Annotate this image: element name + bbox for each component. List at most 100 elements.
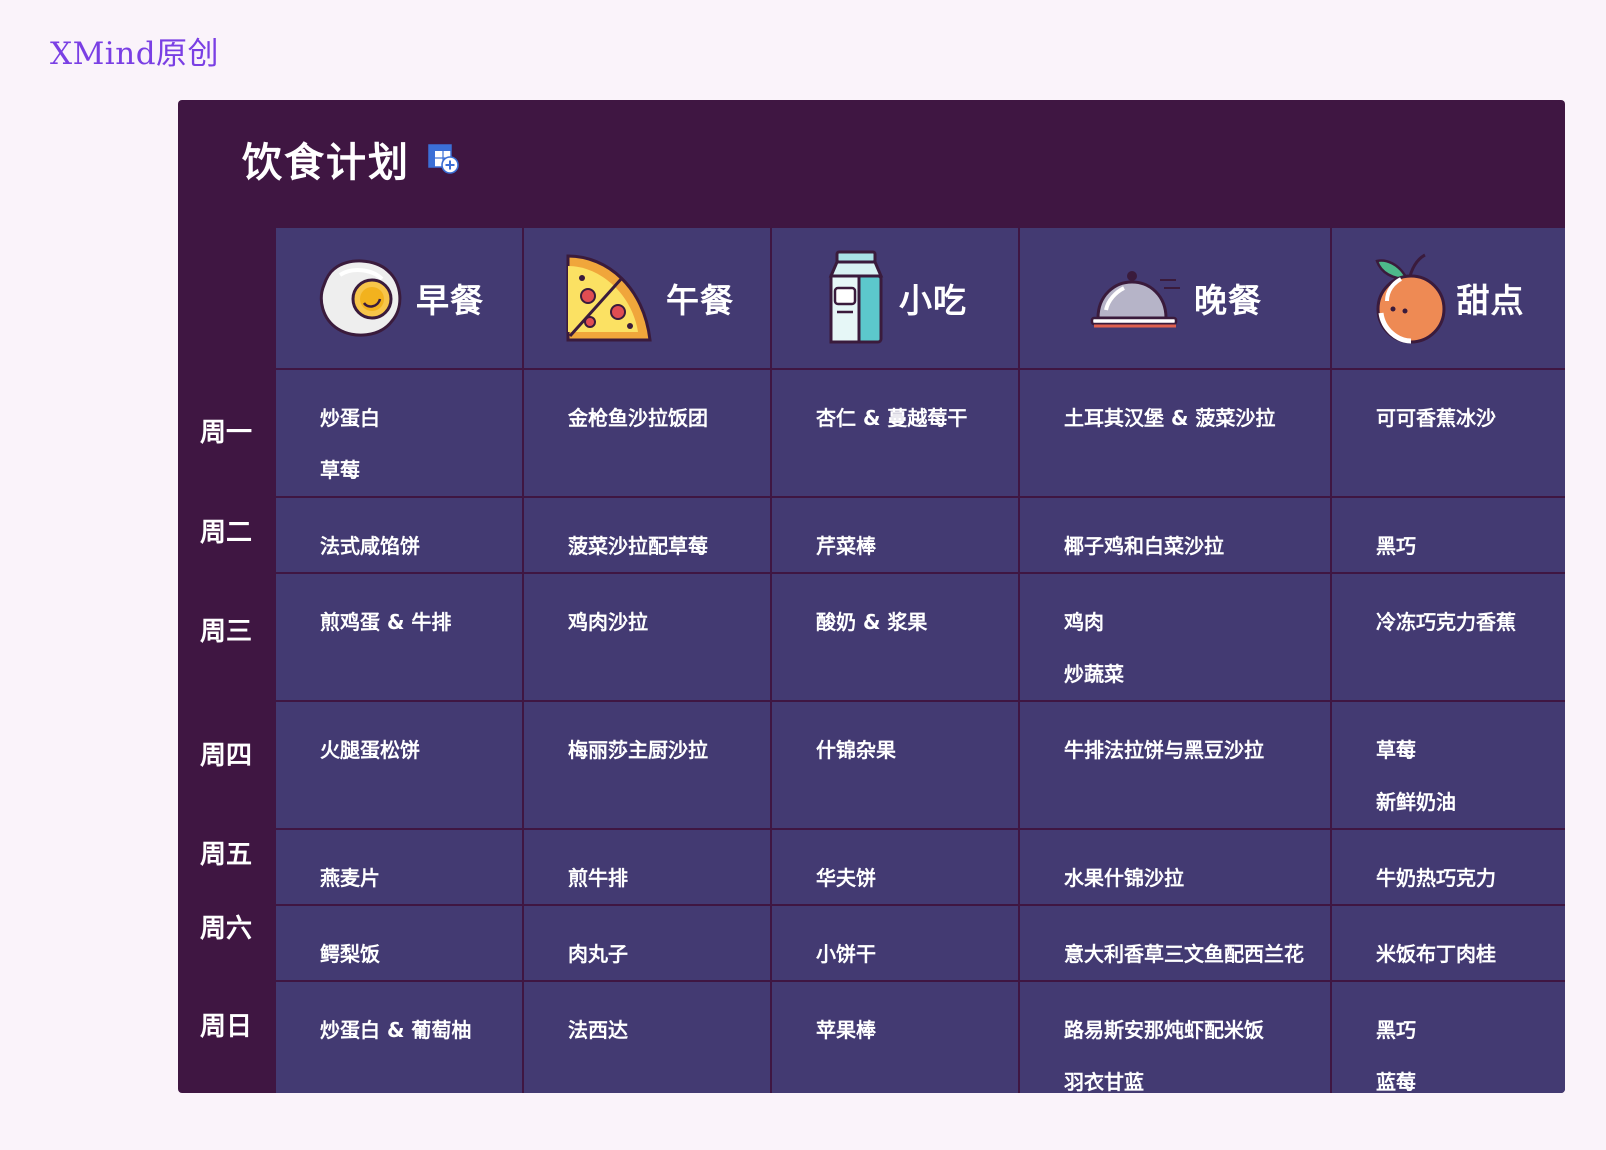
pizza-slice-icon [566,254,652,342]
row-header-day: 周二 [199,517,252,548]
meal-cell-dinner[interactable]: 路易斯安那炖虾配米饭 羽衣甘蓝 [1018,980,1332,1093]
meal-cell-content: 黑巧 蓝莓 [1332,982,1565,1093]
meal-cell-snack[interactable]: 杏仁 & 蔓越莓干 [770,368,1020,498]
meal-cell-snack[interactable]: 苹果棒 [770,980,1020,1093]
meal-item: 土耳其汉堡 & 菠菜沙拉 [1064,406,1276,430]
meal-item: 杏仁 & 蔓越莓干 [816,406,968,430]
meal-cell-content: 可可香蕉冰沙 [1332,370,1565,444]
meal-cell-lunch[interactable]: 鸡肉沙拉 [522,572,772,702]
add-table-icon[interactable] [428,143,460,175]
meal-cell-content: 牛奶热巧克力 [1332,830,1565,904]
column-header-dessert[interactable]: 甜点 [1330,226,1565,370]
diet-plan-board: 饮食计划 周一 周二 周三 周四 周五 周六 周日 早餐 午餐 小吃 晚餐 甜点… [178,100,1565,1093]
meal-item: 羽衣甘蓝 [1064,1070,1144,1093]
orange-fruit-icon [1374,253,1445,344]
meal-item: 草莓 [1376,738,1416,762]
meal-cell-content: 菠菜沙拉配草莓 [524,498,770,572]
meal-cell-lunch[interactable]: 菠菜沙拉配草莓 [522,496,772,574]
column-label-dessert: 甜点 [1456,281,1525,320]
meal-item: 炒蔬菜 [1064,662,1124,686]
meal-cell-dessert[interactable]: 草莓 新鲜奶油 [1330,700,1565,830]
meal-item: 华夫饼 [816,866,876,890]
column-label-breakfast: 早餐 [416,281,484,320]
meal-item: 鸡肉沙拉 [568,610,648,634]
meal-item: 酸奶 & 浆果 [816,610,928,634]
meal-cell-dessert[interactable]: 冷冻巧克力香蕉 [1330,572,1565,702]
row-header-day: 周六 [199,913,252,944]
meal-cell-content: 什锦杂果 [772,702,1018,776]
meal-cell-dinner[interactable]: 牛排法拉饼与黑豆沙拉 [1018,700,1332,830]
column-label-snack: 小吃 [899,281,967,320]
meal-item: 金枪鱼沙拉饭团 [568,406,708,430]
meal-cell-breakfast[interactable]: 鳄梨饭 [274,904,524,982]
column-header-dinner[interactable]: 晚餐 [1018,226,1332,370]
meal-cell-content: 路易斯安那炖虾配米饭 羽衣甘蓝 [1020,982,1330,1093]
meal-cell-dinner[interactable]: 椰子鸡和白菜沙拉 [1018,496,1332,574]
meal-item: 黑巧 [1376,534,1416,558]
meal-cell-breakfast[interactable]: 燕麦片 [274,828,524,906]
meal-cell-snack[interactable]: 酸奶 & 浆果 [770,572,1020,702]
meal-cell-breakfast[interactable]: 火腿蛋松饼 [274,700,524,830]
meal-cell-content: 杏仁 & 蔓越莓干 [772,370,1018,444]
meal-item: 梅丽莎主厨沙拉 [568,738,708,762]
meal-cell-content: 苹果棒 [772,982,1018,1056]
meal-item: 路易斯安那炖虾配米饭 [1064,1018,1264,1042]
row-header-day: 周三 [199,616,252,647]
meal-cell-lunch[interactable]: 法西达 [522,980,772,1093]
meal-item: 牛奶热巧克力 [1376,866,1496,890]
row-header-day: 周四 [199,740,252,771]
meal-cell-dinner[interactable]: 土耳其汉堡 & 菠菜沙拉 [1018,368,1332,498]
title-bar: 饮食计划 [242,130,460,188]
meal-cell-dessert[interactable]: 黑巧 [1330,496,1565,574]
meal-cell-lunch[interactable]: 金枪鱼沙拉饭团 [522,368,772,498]
meal-item: 鳄梨饭 [320,942,380,966]
meal-cell-content: 金枪鱼沙拉饭团 [524,370,770,444]
meal-cell-breakfast[interactable]: 炒蛋白 草莓 [274,368,524,498]
meal-cell-content: 鳄梨饭 [276,906,522,980]
meal-item: 牛排法拉饼与黑豆沙拉 [1064,738,1264,762]
meal-item: 意大利香草三文鱼配西兰花 [1064,942,1304,966]
meal-cell-dinner[interactable]: 水果什锦沙拉 [1018,828,1332,906]
meal-item: 肉丸子 [568,942,628,966]
meal-cell-content: 炒蛋白 & 葡萄柚 [276,982,522,1056]
meal-cell-lunch[interactable]: 肉丸子 [522,904,772,982]
meal-item: 蓝莓 [1376,1070,1416,1093]
meal-item: 苹果棒 [816,1018,876,1042]
meal-cell-snack[interactable]: 小饼干 [770,904,1020,982]
meal-cell-snack[interactable]: 什锦杂果 [770,700,1020,830]
meal-cell-lunch[interactable]: 梅丽莎主厨沙拉 [522,700,772,830]
meal-cell-snack[interactable]: 华夫饼 [770,828,1020,906]
fried-egg-icon [319,259,402,337]
meal-cell-breakfast[interactable]: 煎鸡蛋 & 牛排 [274,572,524,702]
table-row: 炒蛋白 草莓 金枪鱼沙拉饭团 杏仁 & 蔓越莓干 土耳其汉堡 & 菠菜沙拉 可可香蕉冰沙 [274,368,1565,498]
meal-cell-content: 法西达 [524,982,770,1056]
meal-cell-snack[interactable]: 芹菜棒 [770,496,1020,574]
table-row: 煎鸡蛋 & 牛排 鸡肉沙拉 酸奶 & 浆果 鸡肉炒蔬菜 冷冻巧克力香蕉 [274,572,1565,702]
meal-item: 鸡肉 [1064,610,1104,634]
meal-cell-lunch[interactable]: 煎牛排 [522,828,772,906]
table-row: 炒蛋白 & 葡萄柚 法西达 苹果棒 路易斯安那炖虾配米饭 羽衣甘蓝 黑巧 蓝莓 [274,980,1565,1093]
meal-cell-dessert[interactable]: 米饭布丁肉桂 [1330,904,1565,982]
meal-item: 冷冻巧克力香蕉 [1376,610,1516,634]
meal-item: 煎鸡蛋 & 牛排 [320,610,452,634]
meal-cell-dessert[interactable]: 可可香蕉冰沙 [1330,368,1565,498]
meal-cell-breakfast[interactable]: 炒蛋白 & 葡萄柚 [274,980,524,1093]
food-cloche-icon [1090,271,1180,328]
meal-cell-content: 草莓 新鲜奶油 [1332,702,1565,828]
meal-cell-dinner[interactable]: 意大利香草三文鱼配西兰花 [1018,904,1332,982]
table-row: 火腿蛋松饼 梅丽莎主厨沙拉 什锦杂果 牛排法拉饼与黑豆沙拉 草莓 新鲜奶油 [274,700,1565,830]
meal-item: 法西达 [568,1018,628,1042]
column-header-snack[interactable]: 小吃 [770,226,1020,370]
column-header-breakfast[interactable]: 早餐 [274,226,524,370]
meal-cell-dessert[interactable]: 牛奶热巧克力 [1330,828,1565,906]
column-header-lunch[interactable]: 午餐 [522,226,772,370]
meal-cell-content: 肉丸子 [524,906,770,980]
meal-cell-content: 水果什锦沙拉 [1020,830,1330,904]
meal-cell-content: 华夫饼 [772,830,1018,904]
meal-cell-content: 法式咸馅饼 [276,498,522,572]
meal-item: 菠菜沙拉配草莓 [568,534,708,558]
meal-cell-content: 鸡肉沙拉 [524,574,770,648]
meal-cell-dessert[interactable]: 黑巧 蓝莓 [1330,980,1565,1093]
meal-cell-breakfast[interactable]: 法式咸馅饼 [274,496,524,574]
meal-cell-dinner[interactable]: 鸡肉 炒蔬菜 [1018,572,1332,702]
